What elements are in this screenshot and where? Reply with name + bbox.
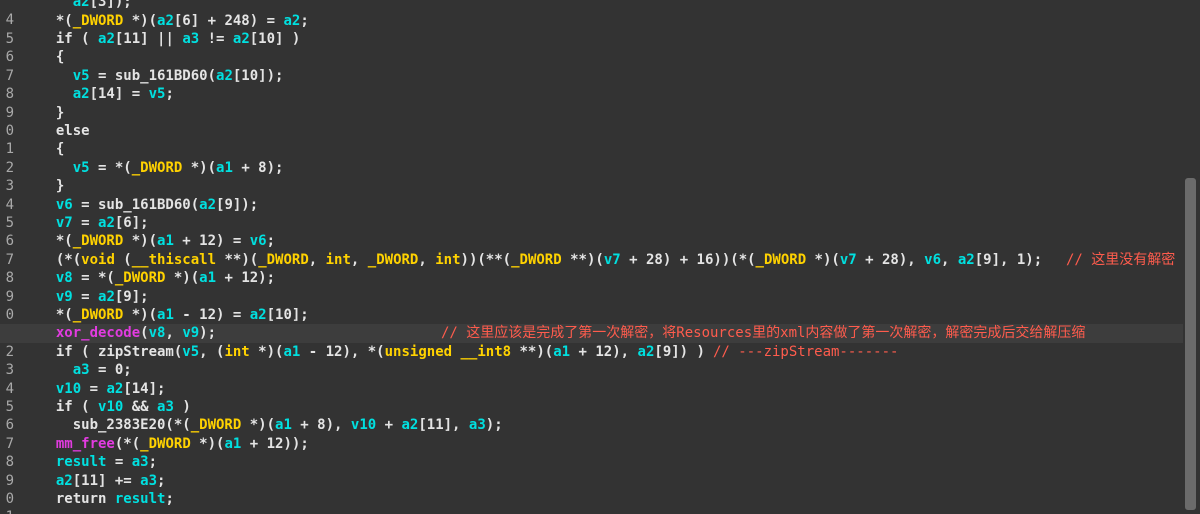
code-text: a3 = 0; — [72, 362, 132, 379]
code-text: v9 = a2[9]; — [55, 288, 149, 305]
code-text: *(_DWORD *)(a1 - 12) = a2[10]; — [39, 306, 309, 323]
code-line[interactable]: 4 a2[3]); — [0, 0, 1183, 28]
code-line[interactable]: 6 if ( v10 && a3 ) — [0, 398, 1183, 433]
code-line[interactable]: 6 v7 = a2[6]; — [0, 214, 1183, 249]
code-line[interactable]: 5 *(_DWORD *)(a2[6] + 248) = a2; — [0, 12, 1183, 47]
code-text: if ( a2[11] || a3 != a2[10] ) — [39, 30, 301, 47]
code-text: sub_2383E20(*(_DWORD *)(a1 + 8), v10 + a… — [39, 417, 503, 434]
code-text: { — [39, 49, 65, 66]
code-line[interactable]: 8 v5 = sub_161BD60(a2[10]); — [0, 67, 1183, 102]
code-line[interactable]: 0 } — [0, 104, 1183, 139]
code-text: v6 = sub_161BD60(a2[9]); — [55, 196, 259, 213]
code-text: v5 = *(_DWORD *)(a1 + 8); — [72, 159, 284, 176]
code-line[interactable]: 7 sub_2383E20(*(_DWORD *)(a1 + 8), v10 +… — [0, 416, 1183, 451]
code-text: a2[11] += a3; — [55, 472, 166, 489]
code-line[interactable]: 4 a3 = 0; — [0, 361, 1183, 396]
code-text: xor_decode(v8, v9); — [55, 325, 217, 342]
code-text: *(_DWORD *)(a1 + 12) = v6; — [39, 233, 276, 250]
code-line[interactable]: 3 v5 = *(_DWORD *)(a1 + 8); — [0, 159, 1183, 194]
code-text: v8 = *(_DWORD *)(a1 + 12); — [55, 270, 276, 287]
code-line[interactable]: 7 *(_DWORD *)(a1 + 12) = v6; — [0, 232, 1183, 267]
code-text: v5 = sub_161BD60(a2[10]); — [72, 67, 284, 84]
code-line[interactable]: 6 if ( a2[11] || a3 != a2[10] ) — [0, 30, 1183, 65]
code-text: a2[14] = v5; — [72, 86, 174, 103]
code-line[interactable]: 1 else — [0, 122, 1183, 157]
code-line[interactable]: 1 return result; — [0, 490, 1183, 514]
code-text: { — [39, 141, 65, 158]
code-line[interactable]: 0 v9 = a2[9]; — [0, 288, 1183, 323]
code-line[interactable]: 9 a2[14] = v5; — [0, 85, 1183, 120]
code-comment: // 这里没有解密 — [1066, 251, 1176, 268]
code-text: mm_free(*(_DWORD *)(a1 + 12)); — [55, 435, 309, 452]
code-line[interactable]: 3 if ( zipStream(v5, (int *)(a1 - 12), *… — [0, 343, 1183, 378]
code-comment: // ---zipStream------- — [713, 343, 899, 360]
code-text: v10 = a2[14]; — [55, 380, 166, 397]
line-number: 1 — [0, 508, 14, 514]
code-text: result = a3; — [55, 454, 158, 471]
code-text: return result; — [39, 490, 174, 507]
code-text: } — [39, 178, 65, 195]
code-text: (*(void (__thiscall **)(_DWORD, int, _DW… — [39, 251, 1043, 268]
code-line[interactable]: 2 { — [0, 140, 1183, 175]
code-editor[interactable]: 4 a2[3]); 5 *(_DWORD *)(a2[6] + 248) = a… — [0, 0, 1183, 514]
code-text: if ( v10 && a3 ) — [39, 398, 191, 415]
code-line[interactable]: 1 *(_DWORD *)(a1 - 12) = a2[10]; — [0, 306, 1183, 341]
code-line[interactable]: 9 v8 = *(_DWORD *)(a1 + 12); — [0, 269, 1183, 304]
code-text: *(_DWORD *)(a2[6] + 248) = a2; — [39, 12, 309, 29]
code-line[interactable]: 5 v10 = a2[14]; — [0, 380, 1183, 415]
code-text: else — [39, 122, 90, 139]
code-text: } — [39, 104, 65, 121]
code-line[interactable]: 9 result = a3; — [0, 453, 1183, 488]
code-text: a2[3]); — [72, 0, 132, 10]
code-line[interactable]: 5 v6 = sub_161BD60(a2[9]); — [0, 196, 1183, 231]
code-line[interactable]: 8 (*(void (__thiscall **)(_DWORD, int, _… — [0, 251, 1183, 286]
code-line-current[interactable]: 2 xor_decode(v8, v9); // 这里应该是完成了第一次解密，将… — [0, 324, 1183, 360]
code-text: if ( zipStream(v5, (int *)(a1 - 12), *(u… — [39, 343, 705, 360]
code-comment: // 这里应该是完成了第一次解密，将Resources里的xml内容做了第一次解… — [441, 325, 1086, 342]
code-line[interactable]: 0 a2[11] += a3; — [0, 472, 1183, 507]
scrollbar-thumb[interactable] — [1185, 178, 1196, 510]
code-line[interactable]: 4 } — [0, 177, 1183, 212]
code-text: v7 = a2[6]; — [55, 214, 149, 231]
code-line[interactable]: 7 { — [0, 48, 1183, 83]
code-line[interactable]: 8 mm_free(*(_DWORD *)(a1 + 12)); — [0, 435, 1183, 470]
